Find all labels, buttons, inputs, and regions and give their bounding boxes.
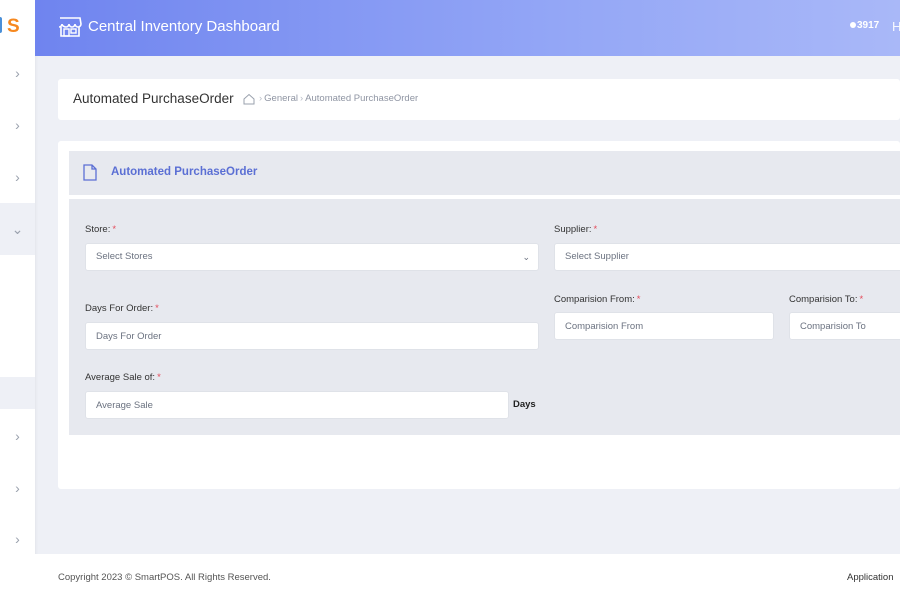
sidebar-item-6[interactable]: › [0,468,35,508]
sidebar-item-1[interactable]: › [0,53,35,93]
footer-app-text: Application [847,572,894,583]
panel-title: Automated PurchaseOrder [111,166,258,178]
comparision-from-input[interactable] [554,312,774,340]
page-title: Automated PurchaseOrder [73,91,234,106]
chevron-right-icon: › [15,531,20,547]
chevron-right-icon: › [15,428,20,444]
logo-mark [0,17,2,33]
chevron-right-icon: › [15,169,20,185]
supplier-label: Supplier: * [554,224,598,235]
breadcrumb: › General › Automated PurchaseOrder [259,93,419,104]
coin-icon [850,22,856,29]
comparision-from-label: Comparision From: * [554,294,641,305]
user-menu[interactable]: H [892,19,900,34]
document-icon [83,164,97,181]
store-select[interactable]: Select Stores ⌄ [85,243,539,271]
sidebar-item-7[interactable]: › [0,519,35,559]
sidebar-item-4-expanded[interactable]: ⌄ [0,203,35,255]
logo-letter: S [7,16,20,37]
home-icon[interactable] [243,93,255,105]
store-icon[interactable] [58,16,82,38]
footer: Copyright 2023 © SmartPOS. All Rights Re… [35,554,900,600]
main-card: Automated PurchaseOrder Store: * Select S… [58,141,900,489]
days-suffix: Days [513,399,536,410]
notification-badge[interactable]: 3917 [850,20,879,31]
breadcrumb-current: Automated PurchaseOrder [305,93,419,104]
comparision-to-label: Comparision To: * [789,294,864,305]
chevron-right-icon: › [15,480,20,496]
breadcrumb-general[interactable]: General [264,93,298,104]
sidebar-item-3[interactable]: › [0,157,35,197]
chevron-down-icon: ⌄ [11,220,24,237]
copyright-text: Copyright 2023 © SmartPOS. All Rights Re… [58,572,271,583]
supplier-select[interactable]: Select Supplier [554,243,900,271]
breadcrumb-card: Automated PurchaseOrder › General › Automat… [58,79,900,120]
sidebar-subitem-active[interactable] [0,377,35,409]
days-for-order-input[interactable] [85,322,539,350]
days-for-order-label: Days For Order: * [85,303,159,314]
panel-header: Automated PurchaseOrder [69,151,900,195]
chevron-right-icon: › [15,65,20,81]
sidebar: S › › › ⌄ › › › [0,0,35,600]
chevron-down-icon: ⌄ [522,252,530,262]
form-panel: Store: * Select Stores ⌄ Supplier: * Selec… [69,199,900,435]
comparision-to-input[interactable] [789,312,900,340]
average-sale-input[interactable] [85,391,509,419]
chevron-right-icon: › [15,117,20,133]
top-header: Central Inventory Dashboard 3917 H [35,0,900,56]
store-label: Store: * [85,224,117,235]
sidebar-item-5[interactable]: › [0,416,35,456]
sidebar-item-2[interactable]: › [0,105,35,145]
app-logo[interactable]: S [0,0,35,56]
app-title: Central Inventory Dashboard [88,18,280,35]
average-sale-label: Average Sale of: * [85,372,161,383]
